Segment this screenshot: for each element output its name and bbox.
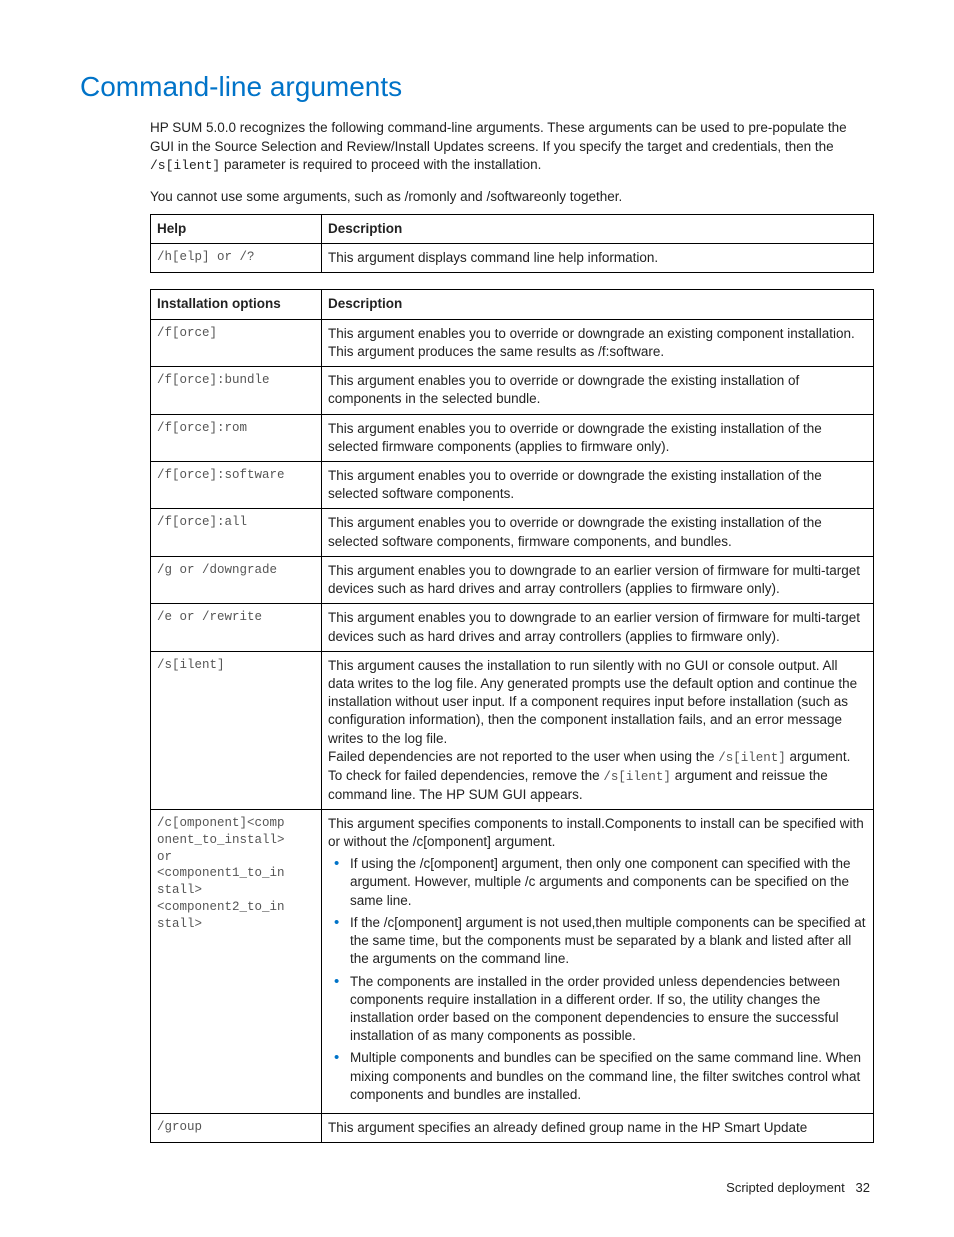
page-footer: Scripted deployment 32 <box>80 1179 874 1197</box>
code-line: onent_to_install> <box>157 833 285 847</box>
intro-text-b: parameter is required to proceed with th… <box>220 157 541 172</box>
help-table: Help Description /h[elp] or /? This argu… <box>150 214 874 273</box>
desc-intro: This argument specifies components to in… <box>328 816 864 849</box>
table-row: /group This argument specifies an alread… <box>151 1114 874 1143</box>
list-item: The components are installed in the orde… <box>346 973 867 1046</box>
table-row: /e or /rewrite This argument enables you… <box>151 604 874 651</box>
code-line: <component1_to_in <box>157 866 285 880</box>
intro-paragraph-2: You cannot use some arguments, such as /… <box>150 188 874 206</box>
page-title: Command-line arguments <box>80 68 874 106</box>
arg-cell: /s[ilent] <box>151 651 322 809</box>
table-row: /g or /downgrade This argument enables y… <box>151 556 874 603</box>
col-header-install-options: Installation options <box>151 290 322 319</box>
arg-cell: /g or /downgrade <box>151 556 322 603</box>
arg-cell: /c[omponent]<comp onent_to_install> or <… <box>151 809 322 1113</box>
table-row: /f[orce]:rom This argument enables you t… <box>151 414 874 461</box>
desc-cell: This argument displays command line help… <box>322 244 874 273</box>
table-row: /f[orce]:bundle This argument enables yo… <box>151 367 874 414</box>
arg-cell: /f[orce]:rom <box>151 414 322 461</box>
code-line: stall> <box>157 917 202 931</box>
arg-cell: /e or /rewrite <box>151 604 322 651</box>
list-item: If using the /c[omponent] argument, then… <box>346 855 867 910</box>
desc-cell: This argument specifies components to in… <box>322 809 874 1113</box>
intro-code: /s[ilent] <box>150 158 220 173</box>
arg-cell: /f[orce]:software <box>151 461 322 508</box>
code-line: stall> <box>157 883 202 897</box>
arg-cell: /h[elp] or /? <box>151 244 322 273</box>
desc-text: Failed dependencies are not reported to … <box>328 749 718 764</box>
table-row: /f[orce] This argument enables you to ov… <box>151 319 874 366</box>
desc-cell: This argument enables you to override or… <box>322 414 874 461</box>
desc-cell: This argument enables you to override or… <box>322 461 874 508</box>
desc-cell: This argument causes the installation to… <box>322 651 874 809</box>
table-row: /h[elp] or /? This argument displays com… <box>151 244 874 273</box>
inline-code: /s[ilent] <box>603 770 671 784</box>
table-row: /f[orce]:all This argument enables you t… <box>151 509 874 556</box>
intro-paragraph-1: HP SUM 5.0.0 recognizes the following co… <box>150 119 874 174</box>
list-item: Multiple components and bundles can be s… <box>346 1049 867 1104</box>
arg-cell: /f[orce] <box>151 319 322 366</box>
table-row: /c[omponent]<comp onent_to_install> or <… <box>151 809 874 1113</box>
list-item: If the /c[omponent] argument is not used… <box>346 914 867 969</box>
desc-cell: This argument enables you to override or… <box>322 319 874 366</box>
col-header-description: Description <box>322 290 874 319</box>
desc-cell: This argument specifies an already defin… <box>322 1114 874 1143</box>
table-header-row: Help Description <box>151 215 874 244</box>
col-header-description: Description <box>322 215 874 244</box>
table-row: /f[orce]:software This argument enables … <box>151 461 874 508</box>
code-line: <component2_to_in <box>157 900 285 914</box>
code-line: or <box>157 850 172 864</box>
table-header-row: Installation options Description <box>151 290 874 319</box>
arg-cell: /f[orce]:all <box>151 509 322 556</box>
inline-code: /s[ilent] <box>718 751 786 765</box>
desc-cell: This argument enables you to downgrade t… <box>322 604 874 651</box>
arg-cell: /group <box>151 1114 322 1143</box>
code-line: /c[omponent]<comp <box>157 816 285 830</box>
install-options-table: Installation options Description /f[orce… <box>150 289 874 1143</box>
bullet-list: If using the /c[omponent] argument, then… <box>328 855 867 1104</box>
desc-cell: This argument enables you to override or… <box>322 367 874 414</box>
col-header-help: Help <box>151 215 322 244</box>
table-row: /s[ilent] This argument causes the insta… <box>151 651 874 809</box>
intro-text: HP SUM 5.0.0 recognizes the following co… <box>150 120 847 153</box>
footer-page-number: 32 <box>856 1180 870 1195</box>
desc-cell: This argument enables you to downgrade t… <box>322 556 874 603</box>
arg-cell: /f[orce]:bundle <box>151 367 322 414</box>
footer-section: Scripted deployment <box>726 1180 845 1195</box>
desc-cell: This argument enables you to override or… <box>322 509 874 556</box>
desc-text: This argument causes the installation to… <box>328 658 857 746</box>
